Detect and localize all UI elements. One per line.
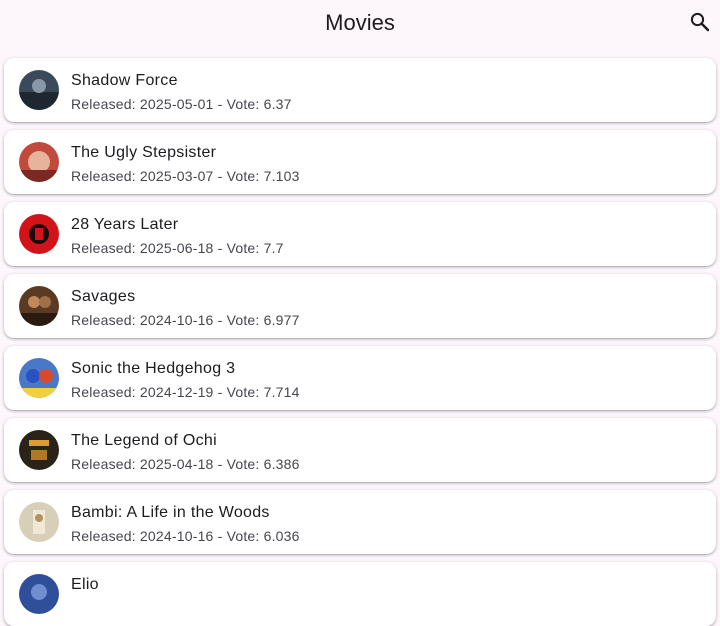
movie-release-vote: Released: 2024-10-16 - Vote: 6.977 xyxy=(71,312,300,328)
movie-poster-avatar xyxy=(19,214,59,254)
search-icon xyxy=(690,12,710,32)
movie-release-vote: Released: 2024-12-19 - Vote: 7.714 xyxy=(71,384,300,400)
movie-release-vote: Released: 2025-04-18 - Vote: 6.386 xyxy=(71,456,300,472)
page-title: Movies xyxy=(325,10,395,35)
movie-release-vote: Released: 2024-10-16 - Vote: 6.036 xyxy=(71,528,300,544)
movie-release-vote: Released: 2025-06-18 - Vote: 7.7 xyxy=(71,240,284,256)
movie-title: Bambi: A Life in the Woods xyxy=(71,504,270,521)
movie-release-vote: Released: 2025-03-07 - Vote: 7.103 xyxy=(71,168,300,184)
movie-card[interactable]: The Ugly Stepsister Released: 2025-03-07… xyxy=(4,130,716,194)
movie-title: Sonic the Hedgehog 3 xyxy=(71,360,236,377)
movie-release-vote: Released: 2025-05-01 - Vote: 6.37 xyxy=(71,96,292,112)
movie-card[interactable]: The Legend of Ochi Released: 2025-04-18 … xyxy=(4,418,716,482)
movie-poster-avatar xyxy=(19,502,59,542)
movie-title: The Ugly Stepsister xyxy=(71,144,217,161)
movie-card[interactable]: Savages Released: 2024-10-16 - Vote: 6.9… xyxy=(4,274,716,338)
movie-title: The Legend of Ochi xyxy=(71,432,217,449)
movie-title: 28 Years Later xyxy=(71,216,179,233)
movie-card[interactable]: Shadow Force Released: 2025-05-01 - Vote… xyxy=(4,58,716,122)
movie-poster-avatar xyxy=(19,574,59,614)
movie-title: Shadow Force xyxy=(71,72,178,89)
search-button[interactable] xyxy=(688,10,712,34)
movie-poster-avatar xyxy=(19,430,59,470)
movie-poster-avatar xyxy=(19,286,59,326)
movie-poster-avatar xyxy=(19,70,59,110)
movie-title: Elio xyxy=(71,576,99,593)
movie-poster-avatar xyxy=(19,142,59,182)
movie-card[interactable]: Elio xyxy=(4,562,716,626)
movie-title: Savages xyxy=(71,288,136,305)
movie-card[interactable]: 28 Years Later Released: 2025-06-18 - Vo… xyxy=(4,202,716,266)
movie-card[interactable]: Bambi: A Life in the Woods Released: 202… xyxy=(4,490,716,554)
movie-card[interactable]: Sonic the Hedgehog 3 Released: 2024-12-1… xyxy=(4,346,716,410)
app-bar: Movies xyxy=(0,0,720,56)
movie-poster-avatar xyxy=(19,358,59,398)
